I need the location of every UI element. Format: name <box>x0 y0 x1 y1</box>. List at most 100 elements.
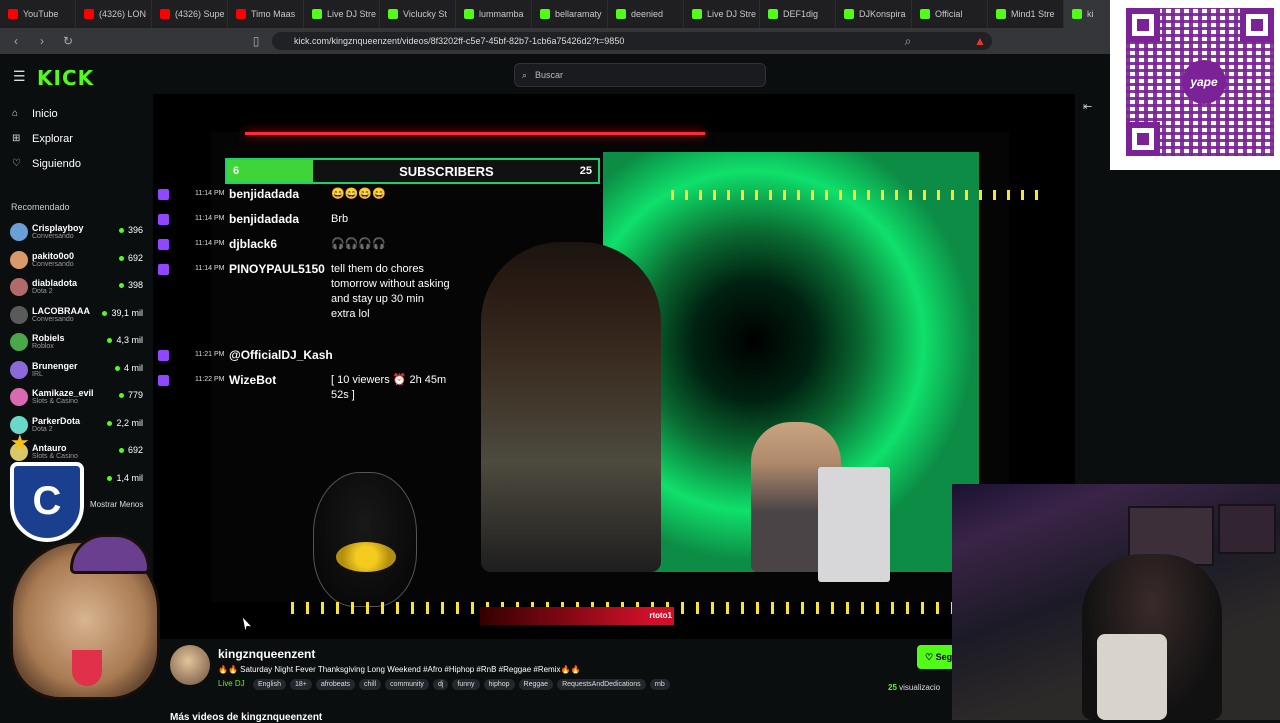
club-shield-logo: C <box>10 462 84 542</box>
channel-avatar <box>10 333 28 351</box>
tab-favicon-icon <box>844 9 854 19</box>
browser-tab[interactable]: DJKonspira <box>836 0 912 28</box>
browser-tab[interactable]: Official <box>912 0 988 28</box>
tab-favicon-icon <box>692 9 702 19</box>
browser-tab[interactable]: Mind1 Stre <box>988 0 1064 28</box>
expand-chat-icon[interactable]: ⇤ <box>1083 100 1092 113</box>
neon-light <box>245 132 705 135</box>
browser-tab[interactable]: DEF1dig <box>760 0 836 28</box>
tab-favicon-icon <box>464 9 474 19</box>
chat-timestamp: 11:14 PM <box>195 265 225 272</box>
extension-icon[interactable]: ▲ <box>970 34 990 48</box>
browser-tab[interactable]: lummamba <box>456 0 532 28</box>
sidebar-channel[interactable]: Kamikaze_evil Slots & Casino 779 <box>0 384 153 412</box>
sidebar-channel[interactable]: Brunenger IRL 4 mil <box>0 357 153 385</box>
tab-title: (4326) LON <box>99 9 147 19</box>
follow-button[interactable]: ♡ Seg <box>917 645 957 669</box>
tab-title: Official <box>935 9 963 19</box>
lemons-in-glass <box>336 542 396 572</box>
heart-icon: ♡ <box>12 158 21 169</box>
compass-icon: ⊞ <box>12 133 21 144</box>
tab-favicon-icon <box>312 9 322 19</box>
stream-tag[interactable]: RequestsAndDedications <box>557 679 646 690</box>
stream-tag[interactable]: afrobeats <box>315 679 356 690</box>
chat-username: @OfficialDJ_Kash <box>229 348 333 362</box>
tab-title: Mind1 Stre <box>1011 9 1055 19</box>
sidebar-channel[interactable]: LACOBRAAA Conversando 39,1 mil <box>0 302 153 330</box>
tab-favicon-icon <box>236 9 246 19</box>
browser-tab[interactable]: Timo Maas <box>228 0 304 28</box>
follow-label: Seg <box>935 652 953 662</box>
tab-favicon-icon <box>540 9 550 19</box>
tab-title: Viclucky St <box>403 9 447 19</box>
viewer-count: 4,3 mil <box>107 335 143 345</box>
twitch-icon <box>158 375 169 386</box>
subscriber-goal-bar: 6 SUBSCRIBERS 25 <box>225 158 600 184</box>
browser-tab[interactable]: Live DJ Stre <box>304 0 380 28</box>
stream-tag[interactable]: chill <box>359 679 382 690</box>
sidebar-nav-inicio[interactable]: ⌂ Inicio <box>0 101 153 126</box>
url-field[interactable]: kick.com/kingznqueenzent/videos/8f3202ff… <box>272 32 992 50</box>
dj-person <box>481 242 661 572</box>
sidebar-channel[interactable]: pakito0o0 Conversando 692 <box>0 247 153 275</box>
stream-category[interactable]: Live DJ <box>218 679 245 688</box>
streamer-avatar[interactable] <box>170 645 210 685</box>
chat-timestamp: 11:21 PM <box>195 351 225 358</box>
tab-favicon-icon <box>388 9 398 19</box>
browser-tab[interactable]: (4326) LON <box>76 0 152 28</box>
bookmark-icon[interactable]: ▯ <box>246 34 266 48</box>
tab-title: lummamba <box>479 9 524 19</box>
chat-message: 11:21 PM @OfficialDJ_Kash <box>153 347 443 368</box>
sidebar-channel[interactable]: Robiels Roblox 4,3 mil <box>0 329 153 357</box>
kick-logo[interactable]: KICK <box>37 66 94 90</box>
chat-text: Brb <box>331 213 349 225</box>
tab-favicon-icon <box>920 9 930 19</box>
video-player[interactable]: 6 SUBSCRIBERS 25 11:14 PM benjidadada 😄😄😄😄… <box>153 94 1075 639</box>
stream-tag[interactable]: rnb <box>649 679 670 690</box>
forward-icon[interactable]: › <box>32 34 52 48</box>
chair <box>1097 634 1167 720</box>
stream-tag[interactable]: hiphop <box>483 679 515 690</box>
stream-tag[interactable]: English <box>253 679 286 690</box>
viewer-count: 398 <box>119 280 143 290</box>
browser-tab[interactable]: YouTube <box>0 0 76 28</box>
chat-overlay: 11:14 PM benjidadada 😄😄😄😄 11:14 PM benjidada… <box>153 186 450 416</box>
stream-tag[interactable]: Reggae <box>518 679 554 690</box>
reload-icon[interactable]: ↻ <box>58 34 78 48</box>
more-videos-heading: Más videos de kingznqueenzent <box>170 712 323 723</box>
back-icon[interactable]: ‹ <box>6 34 26 48</box>
qr-code-overlay: yape <box>1110 0 1280 170</box>
browser-tab[interactable]: Live DJ Stre <box>684 0 760 28</box>
chat-timestamp: 11:14 PM <box>195 215 225 222</box>
wall-frame <box>1218 504 1276 554</box>
chat-username: benjidadada <box>229 212 300 226</box>
browser-tab[interactable]: Viclucky St <box>380 0 456 28</box>
chat-message: 11:14 PM djblack6 🎧🎧🎧🎧 <box>153 236 443 257</box>
twitch-icon <box>158 214 169 225</box>
laptop <box>818 467 890 582</box>
stream-tag[interactable]: 18+ <box>289 679 312 690</box>
browser-tab[interactable]: (4326) Supe <box>152 0 228 28</box>
stream-tag[interactable]: funny <box>452 679 480 690</box>
tab-favicon-icon <box>84 9 94 19</box>
stream-tag[interactable]: community <box>385 679 429 690</box>
viewer-count: 779 <box>119 390 143 400</box>
twitch-icon <box>158 189 169 200</box>
sidebar-channel[interactable]: Crisplayboy Conversando 396 <box>0 219 153 247</box>
glass-prop <box>313 472 417 607</box>
browser-tab[interactable]: bellaramaty <box>532 0 608 28</box>
mascot-overlay: ★ C <box>0 430 170 700</box>
streamer-name[interactable]: kingznqueenzent <box>218 647 315 661</box>
zoom-icon[interactable]: ⌕ <box>898 34 918 49</box>
search-input[interactable]: ⌕ Buscar <box>514 63 766 87</box>
sidebar-nav-explorar[interactable]: ⊞ Explorar <box>0 126 153 151</box>
browser-tab[interactable]: deenied <box>608 0 684 28</box>
tag-list: English 18+ afrobeats chill community dj funny… <box>253 679 670 690</box>
menu-icon[interactable]: ☰ <box>13 68 26 85</box>
sidebar-nav-siguiendo[interactable]: ♡ Siguiendo <box>0 151 153 176</box>
chat-message: 11:14 PM benjidadada Brb <box>153 211 443 232</box>
browser-tab-bar: YouTube (4326) LON (4326) Supe Timo Maas Liv… <box>0 0 1280 28</box>
stream-tag[interactable]: dj <box>432 679 449 690</box>
sidebar-channel[interactable]: diabladota Dota 2 398 <box>0 274 153 302</box>
tab-title: DJKonspira <box>859 9 906 19</box>
